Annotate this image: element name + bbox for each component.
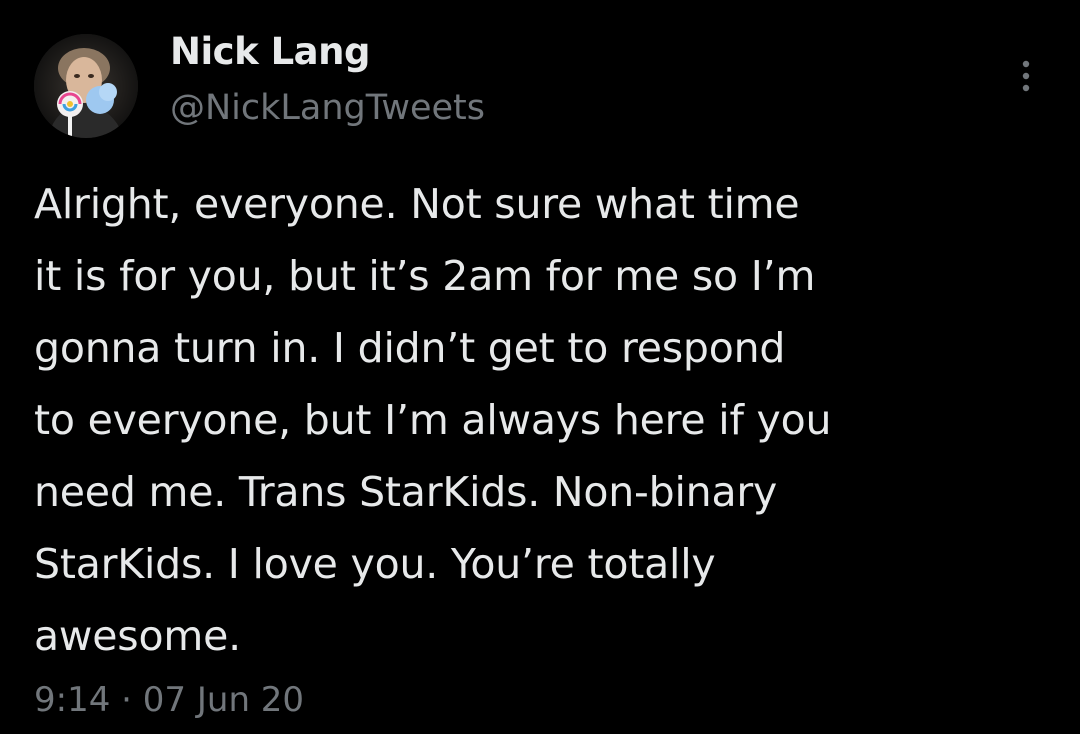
avatar[interactable] [34,34,138,138]
avatar-image [34,34,138,138]
tweet-time: 9:14 [34,680,111,720]
tweet-date: 07 Jun 20 [142,680,305,720]
meta-separator: · [121,680,132,720]
tweet-timestamp[interactable]: 9:14 · 07 Jun 20 [34,680,304,720]
tweet-text: Alright, everyone. Not sure what time it… [34,180,832,660]
author-name[interactable]: Nick Lang [170,30,370,73]
more-vertical-icon [1022,60,1030,92]
tweet-card: Nick Lang @NickLangTweets Alright, every… [0,0,1080,734]
author-handle[interactable]: @NickLangTweets [170,88,485,128]
more-options-button[interactable] [1006,56,1046,100]
